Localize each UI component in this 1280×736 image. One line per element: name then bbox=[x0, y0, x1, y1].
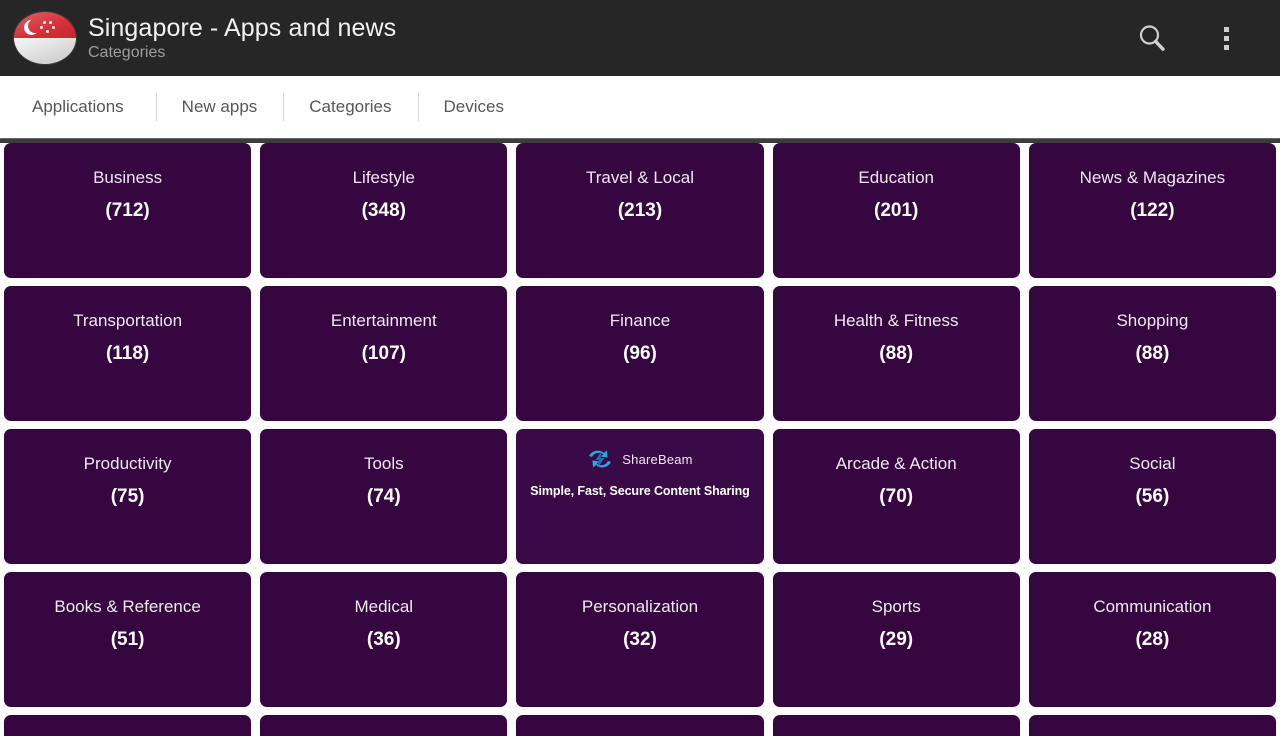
category-tile-count: (28) bbox=[1135, 629, 1170, 650]
category-tile[interactable]: Sports (29) bbox=[772, 572, 1020, 707]
category-tile-label: Sports bbox=[871, 597, 921, 616]
tab-applications[interactable]: Applications bbox=[0, 76, 156, 138]
header-actions bbox=[1130, 16, 1266, 60]
ad-brand-row: ShareBeam bbox=[587, 448, 693, 470]
category-tile-label: Social bbox=[1129, 454, 1176, 473]
category-tile[interactable] bbox=[1028, 715, 1276, 736]
category-tile-count: (118) bbox=[105, 343, 150, 364]
category-tile-count: (96) bbox=[623, 343, 657, 364]
category-tile-count: (29) bbox=[879, 629, 914, 650]
ad-tile[interactable]: ShareBeam Simple, Fast, Secure Content Sh… bbox=[516, 429, 764, 564]
category-tile-label: Finance bbox=[609, 311, 671, 330]
overflow-menu-icon bbox=[1223, 26, 1229, 50]
category-tile-count: (107) bbox=[361, 343, 406, 364]
category-tile[interactable] bbox=[4, 715, 252, 736]
category-tile-label: Books & Reference bbox=[54, 597, 201, 616]
category-tile-label: Arcade & Action bbox=[835, 454, 957, 473]
category-tile[interactable]: Tools (74) bbox=[260, 429, 508, 564]
category-tile-label: Medical bbox=[354, 597, 414, 616]
category-tile-label: Communication bbox=[1093, 597, 1212, 616]
category-tile-count: (36) bbox=[366, 629, 401, 650]
category-tile-count: (122) bbox=[1130, 200, 1175, 221]
category-tile-label: Transportation bbox=[73, 311, 183, 330]
category-tile-count: (348) bbox=[361, 200, 406, 221]
category-tile-label: Travel & Local bbox=[585, 168, 694, 187]
category-tile[interactable]: Finance (96) bbox=[516, 286, 764, 421]
category-tile[interactable]: Education (201) bbox=[772, 143, 1020, 278]
category-tile-label: News & Magazines bbox=[1079, 168, 1226, 187]
search-icon bbox=[1139, 25, 1165, 51]
category-tile-count: (75) bbox=[110, 486, 145, 507]
header-title-block: Singapore - Apps and news Categories bbox=[88, 13, 1130, 63]
category-tile[interactable]: Business (712) bbox=[4, 143, 252, 278]
category-tile-count: (712) bbox=[105, 200, 150, 221]
category-tile-label: Health & Fitness bbox=[833, 311, 959, 330]
category-tile[interactable]: Productivity (75) bbox=[4, 429, 252, 564]
page-title: Singapore - Apps and news bbox=[88, 14, 397, 42]
app-root: Singapore - Apps and news Categories App… bbox=[0, 0, 1280, 736]
category-tile-label: Tools bbox=[363, 454, 404, 473]
category-tile[interactable] bbox=[772, 715, 1020, 736]
category-tile[interactable]: Entertainment (107) bbox=[260, 286, 508, 421]
category-tile-label: Lifestyle bbox=[352, 168, 415, 187]
category-tile-count: (201) bbox=[874, 200, 919, 221]
category-tile[interactable]: Transportation (118) bbox=[4, 286, 252, 421]
flag-star bbox=[52, 26, 55, 29]
category-tile-count: (56) bbox=[1135, 486, 1170, 507]
category-tile-label: Entertainment bbox=[330, 311, 437, 330]
category-tile[interactable]: News & Magazines (122) bbox=[1028, 143, 1276, 278]
flag-star bbox=[40, 26, 43, 29]
ad-tagline: Simple, Fast, Secure Content Sharing bbox=[530, 484, 750, 498]
category-tile-label: Personalization bbox=[581, 597, 699, 616]
flag-star bbox=[46, 30, 49, 33]
flag-star bbox=[43, 21, 46, 24]
category-tile-label: Business bbox=[93, 168, 163, 187]
category-tile-count: (88) bbox=[879, 343, 914, 364]
app-header: Singapore - Apps and news Categories bbox=[0, 0, 1280, 76]
tab-devices[interactable]: Devices bbox=[417, 76, 530, 138]
category-tile-count: (70) bbox=[879, 486, 914, 507]
category-tile[interactable] bbox=[260, 715, 508, 736]
category-tile-count: (51) bbox=[110, 629, 145, 650]
flag-star bbox=[49, 21, 52, 24]
category-tile-count: (32) bbox=[623, 629, 657, 650]
tab-categories[interactable]: Categories bbox=[283, 76, 417, 138]
sharebeam-logo-icon bbox=[589, 450, 612, 468]
flag-white-band bbox=[14, 38, 76, 64]
ad-brand-name: ShareBeam bbox=[622, 451, 693, 467]
category-grid-scroll[interactable]: Business (712) Lifestyle (348) Travel & Loca… bbox=[0, 143, 1280, 736]
category-tile[interactable]: Lifestyle (348) bbox=[260, 143, 508, 278]
category-tile-count: (213) bbox=[617, 200, 663, 221]
tab-new-apps[interactable]: New apps bbox=[155, 76, 284, 138]
category-tile-label: Productivity bbox=[83, 454, 172, 473]
category-tile[interactable]: Medical (36) bbox=[260, 572, 508, 707]
search-button[interactable] bbox=[1130, 16, 1174, 60]
category-tile-count: (74) bbox=[366, 486, 401, 507]
category-grid: Business (712) Lifestyle (348) Travel & Loca… bbox=[0, 143, 1280, 736]
category-tile[interactable]: Communication (28) bbox=[1028, 572, 1276, 707]
category-tile[interactable]: Books & Reference (51) bbox=[4, 572, 252, 707]
tab-bar: Applications New apps Categories Devices bbox=[0, 76, 1280, 138]
category-tile-label: Education bbox=[858, 168, 934, 187]
category-tile[interactable]: Arcade & Action (70) bbox=[772, 429, 1020, 564]
singapore-flag-icon bbox=[14, 12, 76, 64]
category-tile[interactable]: Travel & Local (213) bbox=[516, 143, 764, 278]
category-tile[interactable]: Shopping (88) bbox=[1028, 286, 1276, 421]
category-tile[interactable] bbox=[516, 715, 764, 736]
category-tile-count: (88) bbox=[1135, 343, 1170, 364]
page-subtitle: Categories bbox=[88, 44, 166, 61]
category-tile[interactable]: Social (56) bbox=[1028, 429, 1276, 564]
category-tile-label: Shopping bbox=[1116, 311, 1189, 330]
category-tile[interactable]: Personalization (32) bbox=[516, 572, 764, 707]
category-tile[interactable]: Health & Fitness (88) bbox=[772, 286, 1020, 421]
overflow-menu-button[interactable] bbox=[1204, 16, 1248, 60]
